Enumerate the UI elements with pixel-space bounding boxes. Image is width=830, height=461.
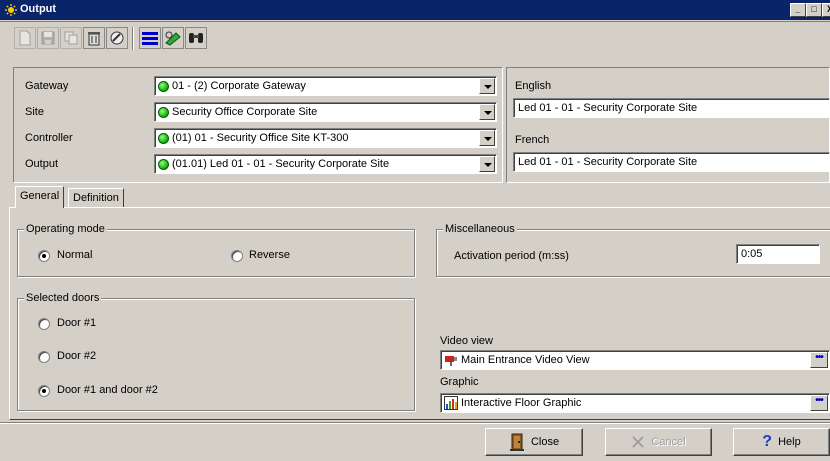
delete-icon xyxy=(88,32,100,46)
edit-link-button[interactable] xyxy=(162,27,184,49)
controller-label: Controller xyxy=(25,132,73,144)
reverse-label: Reverse xyxy=(249,249,290,261)
normal-label: Normal xyxy=(57,249,93,261)
video-view-value: Main Entrance Video View xyxy=(461,354,590,366)
controller-combo[interactable]: (01) 01 - Security Office Site KT-300 xyxy=(154,128,497,148)
new-icon xyxy=(19,30,31,46)
site-value: Security Office Corporate Site xyxy=(172,106,318,118)
tab-definition-label: Definition xyxy=(73,192,119,204)
new-button[interactable] xyxy=(14,27,36,49)
graphic-label: Graphic xyxy=(440,376,479,388)
more-icon[interactable]: ••• xyxy=(810,395,828,411)
minimize-button[interactable]: _ xyxy=(790,3,806,17)
french-label: French xyxy=(515,134,550,146)
help-button[interactable]: ? Help xyxy=(733,428,830,456)
toolbar-separator xyxy=(132,27,134,50)
tab-definition[interactable]: Definition xyxy=(68,188,124,208)
chevron-down-icon[interactable] xyxy=(479,130,495,146)
video-view-label: Video view xyxy=(440,335,493,347)
gateway-combo[interactable]: 01 - (2) Corporate Gateway xyxy=(154,76,497,96)
activation-period-input[interactable]: 0:05 xyxy=(736,244,820,264)
miscellaneous-group: Miscellaneous Activation period (m:ss) 0… xyxy=(436,223,830,277)
graphic-value: Interactive Floor Graphic xyxy=(461,397,582,409)
video-view-icon xyxy=(445,356,457,366)
edit-link-icon xyxy=(165,31,181,46)
graphic-field[interactable]: Interactive Floor Graphic ••• xyxy=(440,393,830,413)
operating-mode-group: Operating mode Normal Reverse xyxy=(17,223,415,277)
door2-label: Door #2 xyxy=(57,350,97,362)
activation-period-label: Activation period (m:ss) xyxy=(454,250,569,262)
english-description-field[interactable]: Led 01 - 01 - Security Corporate Site xyxy=(513,98,830,118)
find-button[interactable] xyxy=(185,27,207,49)
output-app-icon xyxy=(5,4,17,16)
output-combo[interactable]: (01.01) Led 01 - 01 - Security Corporate… xyxy=(154,154,497,174)
gateway-label: Gateway xyxy=(25,80,69,92)
copy-button[interactable] xyxy=(60,27,82,49)
chevron-down-icon[interactable] xyxy=(479,156,495,172)
save-button[interactable] xyxy=(37,27,59,49)
normal-radio[interactable] xyxy=(38,250,50,262)
window-title: Output xyxy=(20,3,57,15)
cancel-icon xyxy=(632,436,645,448)
more-icon[interactable]: ••• xyxy=(810,352,828,368)
door-exit-icon xyxy=(509,433,524,451)
video-view-field[interactable]: Main Entrance Video View ••• xyxy=(440,350,830,370)
reverse-radio[interactable] xyxy=(231,250,243,262)
site-combo[interactable]: Security Office Corporate Site xyxy=(154,102,497,122)
output-label: Output xyxy=(25,158,59,170)
door1-and-door2-label: Door #1 and door #2 xyxy=(57,384,158,396)
list-button[interactable] xyxy=(139,27,161,49)
copy-icon xyxy=(64,31,78,45)
chevron-down-icon[interactable] xyxy=(479,104,495,120)
close-button[interactable]: Close xyxy=(485,428,583,456)
delete-button[interactable] xyxy=(83,27,105,49)
door1-radio[interactable] xyxy=(38,318,50,330)
activation-period-value: 0:05 xyxy=(741,248,763,260)
door1-label: Door #1 xyxy=(57,317,97,329)
english-description-value: Led 01 - 01 - Security Corporate Site xyxy=(518,102,698,114)
output-value: (01.01) Led 01 - 01 - Security Corporate… xyxy=(172,158,390,170)
tab-general-label: General xyxy=(20,190,60,202)
operating-mode-title: Operating mode xyxy=(24,223,107,235)
cancel-button[interactable]: Cancel xyxy=(605,428,712,456)
miscellaneous-title: Miscellaneous xyxy=(443,223,517,235)
maximize-button[interactable]: □ xyxy=(806,3,822,17)
binoculars-icon xyxy=(189,33,203,43)
close-window-button[interactable]: X xyxy=(822,3,830,17)
selected-doors-group: Selected doors Door #1 Door #2 Door #1 a… xyxy=(17,292,415,411)
french-description-field[interactable]: Led 01 - 01 - Security Corporate Site xyxy=(513,152,830,172)
help-label: Help xyxy=(778,436,801,448)
status-green-icon xyxy=(158,81,169,92)
link-icon xyxy=(110,31,124,45)
controller-value: (01) 01 - Security Office Site KT-300 xyxy=(172,132,349,144)
toolbar xyxy=(0,21,830,65)
link-button[interactable] xyxy=(106,27,128,49)
door1-and-door2-radio[interactable] xyxy=(38,385,50,397)
graphic-icon xyxy=(444,396,458,410)
gateway-value: 01 - (2) Corporate Gateway xyxy=(172,80,306,92)
french-description-value: Led 01 - 01 - Security Corporate Site xyxy=(518,156,698,168)
status-green-icon xyxy=(158,159,169,170)
door2-radio[interactable] xyxy=(38,351,50,363)
bottom-separator xyxy=(0,422,830,424)
title-bar[interactable]: Output _ □ X xyxy=(0,0,830,20)
save-icon xyxy=(41,31,55,45)
status-green-icon xyxy=(158,133,169,144)
selected-doors-title: Selected doors xyxy=(24,292,102,304)
chevron-down-icon[interactable] xyxy=(479,78,495,94)
site-label: Site xyxy=(25,106,44,118)
cancel-label: Cancel xyxy=(651,436,686,448)
help-icon: ? xyxy=(762,433,773,450)
status-green-icon xyxy=(158,107,169,118)
tab-general[interactable]: General xyxy=(15,186,65,208)
list-icon xyxy=(142,32,158,45)
english-label: English xyxy=(515,80,552,92)
close-label: Close xyxy=(530,436,560,448)
